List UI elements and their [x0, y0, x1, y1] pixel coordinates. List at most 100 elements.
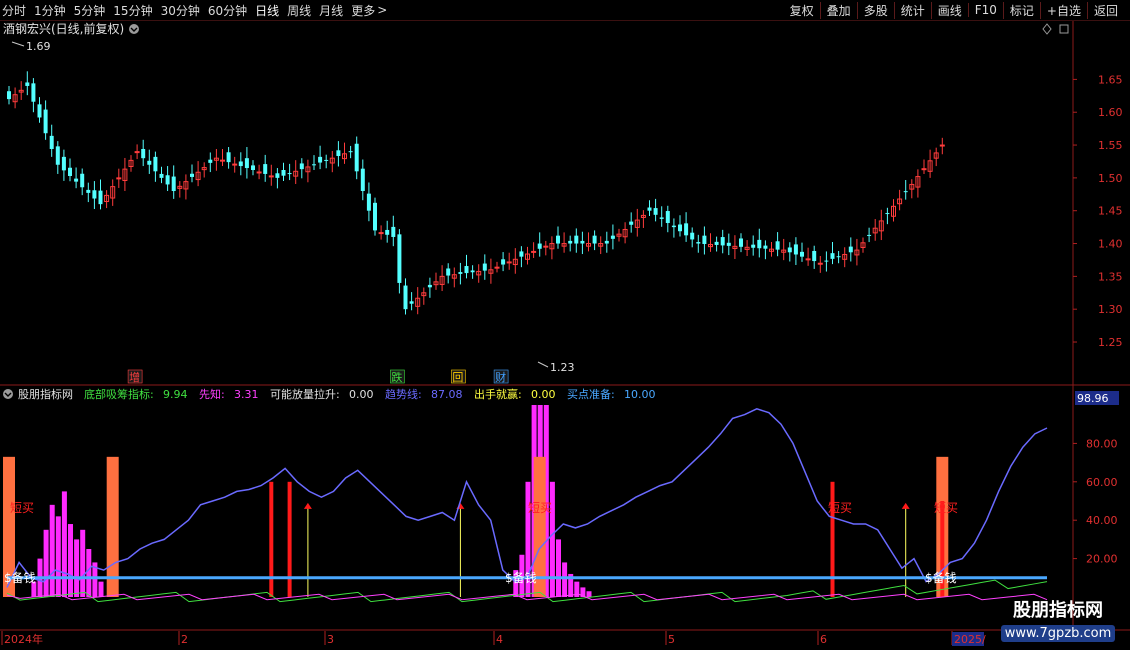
- indicator-item-label: 底部吸筹指标:: [84, 387, 154, 401]
- high-label: 1.69: [26, 40, 51, 53]
- candle-body: [348, 151, 353, 153]
- action-signal-bar: [269, 481, 274, 597]
- event-marks: 增跌回财: [127, 369, 509, 384]
- indicator-item-label: 可能放量拉升:: [270, 387, 340, 401]
- candle-body: [568, 240, 573, 244]
- candle-body: [74, 178, 79, 182]
- candle-body: [373, 202, 377, 231]
- candle-body: [281, 170, 286, 176]
- indicator-menu-icon[interactable]: [3, 389, 13, 399]
- event-mark-label: 财: [495, 370, 506, 384]
- candle-body: [68, 167, 72, 177]
- candle-body: [354, 143, 359, 172]
- date-axis: 2024年 2 3 4 5 6 2025/: [1, 631, 986, 646]
- candle-body: [726, 242, 731, 246]
- indicator-bar: [55, 516, 61, 597]
- chart-menu-icon[interactable]: [129, 24, 139, 34]
- candle-body: [208, 159, 213, 163]
- candle-body: [238, 161, 243, 167]
- candle-body: [817, 262, 823, 265]
- candle-body: [482, 263, 487, 271]
- candle-body: [604, 240, 609, 244]
- indicator-tick-label: 60.00: [1086, 476, 1118, 489]
- candle-body: [775, 241, 780, 250]
- candle-body: [409, 301, 414, 304]
- short-buy-label: 短买: [528, 501, 552, 515]
- indicator-bar: [61, 491, 67, 597]
- candle-body: [92, 190, 97, 199]
- candle-body: [312, 164, 316, 166]
- candle-body: [385, 229, 390, 235]
- action-signal-bar: [287, 481, 292, 597]
- candle-body: [427, 284, 432, 288]
- low-marker: 1.23: [537, 361, 575, 374]
- indicator-item-label: 买点准备:: [567, 387, 615, 401]
- candle-body: [141, 148, 146, 159]
- low-label: 1.23: [550, 361, 575, 374]
- indicator-bar: [49, 504, 55, 597]
- candle-body: [446, 268, 451, 276]
- up-arrow-icon: [901, 502, 910, 509]
- watermark: 股朋指标网 www.7gpzb.com: [998, 600, 1118, 642]
- candle-body: [159, 173, 164, 178]
- event-mark-label: 回: [452, 371, 463, 384]
- candle-body: [43, 109, 48, 134]
- candle-body: [824, 260, 829, 262]
- prepare-money-label: $备钱: [505, 570, 537, 585]
- short-buy-label: 短买: [10, 501, 34, 515]
- candle-body: [49, 135, 54, 149]
- candle-body: [903, 191, 908, 193]
- candle-body: [37, 104, 42, 118]
- candle-body: [739, 238, 743, 247]
- candle-body: [336, 150, 341, 156]
- candle-body: [684, 223, 689, 236]
- candle-body: [805, 258, 811, 261]
- candle-body: [506, 261, 512, 264]
- indicator-bar: [86, 549, 92, 597]
- candle-body: [86, 189, 91, 193]
- candle-body: [696, 242, 701, 244]
- candle-body: [494, 266, 500, 269]
- chart-settings-icon[interactable]: [1042, 23, 1052, 35]
- date-tick-label: 6: [820, 633, 827, 646]
- candle-body: [787, 247, 792, 253]
- main-chart-title: 酒钢宏兴(日线,前复权): [3, 21, 124, 36]
- candle-body: [939, 144, 945, 147]
- candle-body: [921, 168, 927, 171]
- indicator-item-value: 9.94: [163, 388, 188, 401]
- candle-body: [470, 270, 475, 273]
- candle-body: [556, 235, 560, 244]
- bottom-signal-bar: [106, 456, 119, 597]
- candle-body: [720, 237, 725, 246]
- date-tick-label: 2024年: [4, 632, 43, 646]
- date-tick-label: 4: [496, 633, 503, 646]
- candle-body: [702, 235, 707, 245]
- stock-chart[interactable]: 酒钢宏兴(日线,前复权) 1.65 1.60 1.55 1.50 1.45 1.40 1.3…: [0, 0, 1130, 650]
- candle-body: [867, 234, 872, 236]
- candle-body: [263, 164, 268, 174]
- candle-body: [763, 245, 768, 249]
- candle-body: [665, 211, 670, 224]
- indicator-bar: [556, 539, 561, 597]
- chart-close-icon[interactable]: [1059, 24, 1069, 34]
- date-tick-label: 2: [181, 633, 188, 646]
- candle-body: [458, 272, 463, 274]
- price-tick-label: 1.55: [1098, 139, 1123, 152]
- date-tick-label: 2025/: [954, 633, 986, 646]
- indicator-axis: 80.00 60.00 40.00 20.00: [1073, 437, 1118, 566]
- candle-body: [116, 177, 122, 180]
- candle-body: [751, 244, 756, 248]
- indicator-current-value-label: 98.96: [1077, 392, 1109, 405]
- indicator-bar: [74, 539, 80, 597]
- candle-body: [690, 232, 695, 240]
- candle-body: [147, 160, 152, 165]
- candle-body: [714, 241, 719, 245]
- indicator-item-label: 先知:: [199, 387, 225, 401]
- candle-body: [7, 91, 11, 100]
- candle-body: [80, 173, 85, 188]
- candle-body: [537, 243, 542, 249]
- indicator-bar: [562, 562, 568, 597]
- indicator-bar: [68, 524, 73, 597]
- short-buy-label: 短买: [934, 501, 958, 515]
- action-signal-bar: [830, 481, 835, 597]
